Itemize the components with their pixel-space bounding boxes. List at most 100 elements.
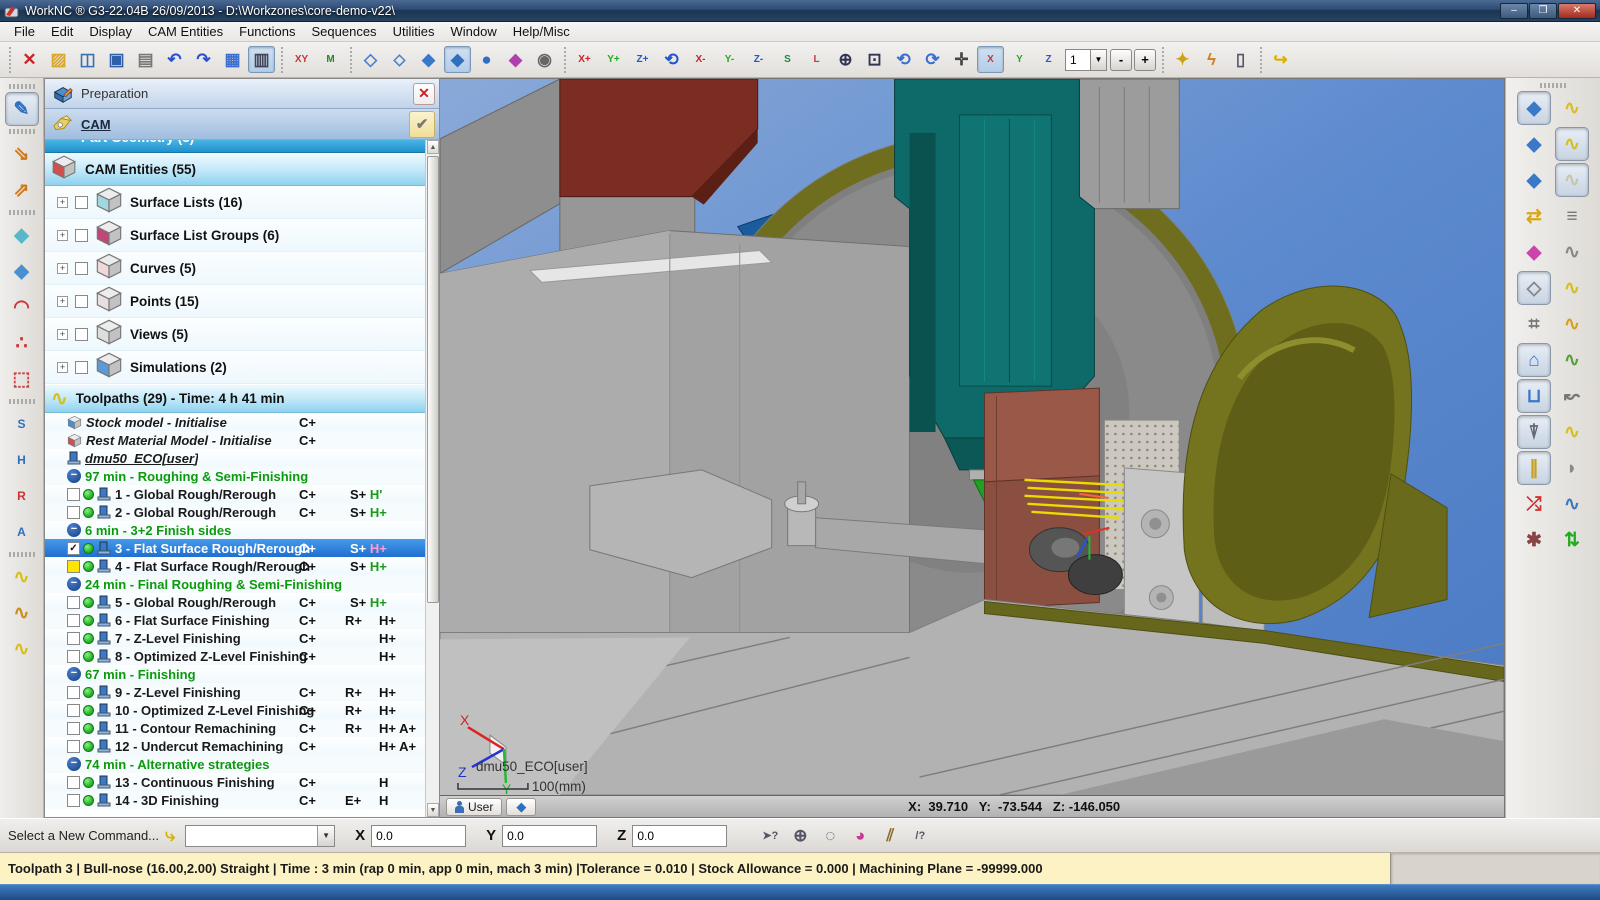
view-iso-icon[interactable]: ⟲ <box>658 46 685 73</box>
category-row[interactable]: + Curves (5) <box>45 252 425 285</box>
user-view-button[interactable]: User <box>446 798 502 816</box>
toolpath-group-row[interactable]: −67 min - Finishing <box>45 665 425 683</box>
holder-display-icon[interactable]: ⊔ <box>1517 379 1551 413</box>
view-number-combo[interactable]: 1▼ <box>1065 49 1107 71</box>
cam-entities-header[interactable]: CAM Entities (55) <box>45 153 425 186</box>
x-coordinate-input[interactable] <box>371 825 466 847</box>
minimize-button[interactable]: – <box>1500 3 1528 19</box>
toolpath-checkbox[interactable] <box>67 506 80 519</box>
expand-icon[interactable]: + <box>57 296 68 307</box>
fixture-bolt-icon[interactable]: ✱ <box>1517 523 1551 557</box>
send-star-icon[interactable]: ✦ <box>1169 46 1196 73</box>
pointer-help-icon[interactable]: ➤? <box>755 822 785 850</box>
view-cube-button[interactable]: ◆ <box>506 798 536 816</box>
category-row[interactable]: + Points (15) <box>45 285 425 318</box>
redo-icon[interactable]: ↷ <box>190 46 217 73</box>
category-checkbox[interactable] <box>75 361 88 374</box>
toolpath-row[interactable]: 14 - 3D FinishingC+E+H <box>45 791 425 809</box>
machine-display-icon[interactable]: ⌂ <box>1517 343 1551 377</box>
tool-display-icon[interactable]: ∥ <box>1517 451 1551 485</box>
tab-preparation[interactable]: Preparation ✕ <box>45 79 439 109</box>
toolpath-group-row[interactable]: −97 min - Roughing & Semi-Finishing <box>45 467 425 485</box>
model-row[interactable]: Rest Material Model - InitialiseC+ <box>45 431 425 449</box>
hidden-line-cube-icon[interactable]: ⬦ <box>386 46 413 73</box>
retract-arrows-icon[interactable]: ⇅ <box>1555 523 1589 557</box>
toolpath-row[interactable]: 13 - Continuous FinishingC+H <box>45 773 425 791</box>
toolpath-checkbox[interactable] <box>67 704 80 717</box>
expand-icon[interactable]: + <box>57 362 68 373</box>
view-z-plus-icon[interactable]: Z+ <box>629 46 656 73</box>
sphere-icon[interactable]: ● <box>473 46 500 73</box>
toolpath-delete-icon[interactable]: ∿ <box>5 596 39 630</box>
toolpath-row[interactable]: 4 - Flat Surface Rough/ReroughC+S+ H+ <box>45 557 425 575</box>
expand-icon[interactable]: + <box>57 197 68 208</box>
holder-icon[interactable]: H <box>5 443 39 477</box>
stock-model-icon[interactable]: S <box>5 407 39 441</box>
scroll-thumb[interactable] <box>427 156 439 603</box>
cam-validate-button[interactable]: ✔ <box>409 111 435 138</box>
menu-display[interactable]: Display <box>81 23 140 40</box>
toolpath-row[interactable]: 11 - Contour RemachiningC+R+H+ A+ <box>45 719 425 737</box>
view-y-minus-icon[interactable]: Y- <box>716 46 743 73</box>
toolpath-row[interactable]: 1 - Global Rough/ReroughC+S+ H' <box>45 485 425 503</box>
toolpath-row[interactable]: 5 - Global Rough/ReroughC+S+ H+ <box>45 593 425 611</box>
toolpath-checkbox[interactable] <box>67 560 80 573</box>
toolpath-checkbox[interactable] <box>67 740 80 753</box>
toolpath-gray-icon[interactable]: ∿ <box>1555 235 1589 269</box>
toolpath-checkbox[interactable] <box>67 794 80 807</box>
machine-3d-scene[interactable]: user] <box>440 79 1504 795</box>
category-row[interactable]: + Surface Lists (16) <box>45 186 425 219</box>
collapse-group-icon[interactable]: − <box>67 523 81 537</box>
edit-entity-cube-icon[interactable]: ◆ <box>1517 91 1551 125</box>
zoom-in-button[interactable]: + <box>1134 49 1156 71</box>
context-help-icon[interactable]: /? <box>905 822 935 850</box>
undo-icon[interactable]: ↶ <box>161 46 188 73</box>
toolpath-checkbox[interactable] <box>67 596 80 609</box>
menu-cam-entities[interactable]: CAM Entities <box>140 23 231 40</box>
new-cancel-icon[interactable]: ✕ <box>16 46 43 73</box>
hatch-display-icon[interactable]: ≡ <box>1555 199 1589 233</box>
view-s-icon[interactable]: S <box>774 46 801 73</box>
remove-entity-icon[interactable]: ◆ <box>1517 235 1551 269</box>
annotation-icon[interactable]: A <box>5 515 39 549</box>
toolpath-checkbox[interactable] <box>67 722 80 735</box>
hook-arrow-icon[interactable]: ↪ <box>1267 46 1294 73</box>
z-coordinate-input[interactable] <box>632 825 727 847</box>
collapse-group-icon[interactable]: − <box>67 667 81 681</box>
category-checkbox[interactable] <box>75 295 88 308</box>
import-surfaces-icon[interactable]: ⇘ <box>5 137 39 171</box>
zoom-in-icon[interactable]: ⊕ <box>832 46 859 73</box>
toolpath-checkbox[interactable] <box>67 686 80 699</box>
toolpath-warning-icon[interactable]: ∿ <box>1555 307 1589 341</box>
save-icon[interactable]: ▣ <box>103 46 130 73</box>
toolpath-points-icon[interactable]: ∿ <box>1555 343 1589 377</box>
toolpath-checkbox[interactable] <box>67 776 80 789</box>
toolpath-row[interactable]: 7 - Z-Level FinishingC+H+ <box>45 629 425 647</box>
toolpath-window-icon[interactable]: ∿ <box>1555 271 1589 305</box>
expand-icon[interactable]: + <box>57 230 68 241</box>
category-row[interactable]: + Simulations (2) <box>45 351 425 384</box>
zoom-window-icon[interactable]: ⊡ <box>861 46 888 73</box>
snapshot-icon[interactable]: ◉ <box>531 46 558 73</box>
panel-ruler-icon[interactable]: ▥ <box>248 46 275 73</box>
lasso-select-icon[interactable]: ◌ <box>815 822 845 850</box>
menu-window[interactable]: Window <box>442 23 504 40</box>
curve-direction-icon[interactable]: ↜ <box>1555 379 1589 413</box>
measure-icon[interactable]: ⫽ <box>875 822 905 850</box>
model-row[interactable]: Stock model - InitialiseC+ <box>45 413 425 431</box>
toolpath-show-icon[interactable]: ∿ <box>1555 91 1589 125</box>
part-display-icon[interactable]: ◇ <box>1517 271 1551 305</box>
preparation-mode-icon[interactable]: ✎ <box>5 92 39 126</box>
collapse-group-icon[interactable]: − <box>67 757 81 771</box>
toolpath-checkbox[interactable] <box>67 614 80 627</box>
tab-cam[interactable]: CAM ✔ <box>45 109 439 140</box>
menu-utilities[interactable]: Utilities <box>385 23 443 40</box>
clamp-display-icon[interactable]: ⌗ <box>1517 307 1551 341</box>
category-checkbox[interactable] <box>75 262 88 275</box>
new-points-icon[interactable]: ∴ <box>5 326 39 360</box>
menu-file[interactable]: File <box>6 23 43 40</box>
grid-icon[interactable]: ▦ <box>219 46 246 73</box>
open-folder-icon[interactable]: ▨ <box>45 46 72 73</box>
expand-icon[interactable]: + <box>57 263 68 274</box>
toolpath-group-row[interactable]: −74 min - Alternative strategies <box>45 755 425 773</box>
